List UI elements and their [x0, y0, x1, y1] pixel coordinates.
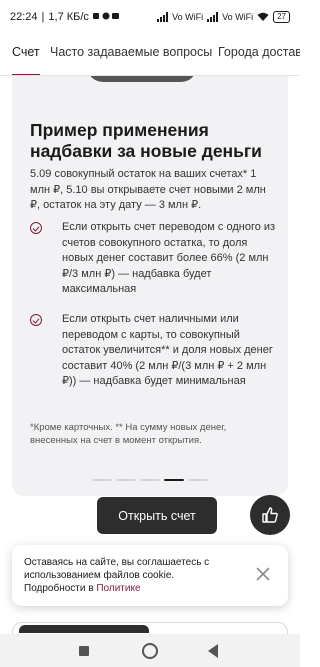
- wifi-icon: [257, 12, 269, 21]
- home-icon[interactable]: [142, 643, 158, 659]
- check-circle-icon: [30, 222, 42, 234]
- open-account-button[interactable]: Открыть счет: [97, 497, 217, 534]
- card-intro: 5.09 совокупный остаток на ваших счетах*…: [30, 168, 266, 211]
- tab-delivery-cities-label: Города доставки: [218, 45, 300, 59]
- feedback-button[interactable]: [250, 495, 290, 535]
- status-time: 22:24: [10, 11, 38, 23]
- status-right: Vo WiFi Vo WiFi 27: [157, 11, 290, 23]
- list-item: Если открыть счет переводом с одного из …: [30, 220, 278, 298]
- carousel-indicator: [12, 479, 288, 481]
- carousel-dot[interactable]: [140, 479, 160, 481]
- signal-icon: [157, 12, 169, 22]
- tab-faq[interactable]: Часто задаваемые вопросы: [50, 34, 213, 75]
- list-item-text: Если открыть счет переводом с одного из …: [62, 221, 276, 295]
- notification-icons: [92, 11, 123, 24]
- card-footnote: *Кроме карточных. ** На сумму новых дене…: [30, 422, 227, 446]
- system-nav-bar: [0, 634, 300, 667]
- carousel-dot[interactable]: [92, 479, 112, 481]
- tab-bar: Счет Часто задаваемые вопросы Города дос…: [0, 34, 300, 76]
- vowifi-label-2: Vo WiFi: [222, 12, 254, 22]
- back-icon[interactable]: [208, 644, 218, 658]
- close-icon[interactable]: [256, 567, 270, 581]
- list-item: Если открыть счет наличными или переводо…: [30, 312, 278, 390]
- next-section-peek: [12, 622, 288, 634]
- notification-app-icons: [92, 12, 119, 19]
- status-separator: |: [41, 11, 45, 23]
- card-image-edge: [87, 76, 197, 82]
- vowifi-label-1: Vo WiFi: [172, 12, 204, 22]
- signal-icon-2: [207, 12, 219, 22]
- cookie-policy-link[interactable]: Политике: [96, 583, 140, 594]
- next-section-tab: [19, 625, 149, 633]
- tab-faq-label: Часто задаваемые вопросы: [50, 45, 213, 59]
- example-card: Пример применения надбавки за новые день…: [12, 76, 288, 496]
- carousel-dot[interactable]: [188, 479, 208, 481]
- tab-account[interactable]: Счет: [12, 34, 40, 75]
- tab-delivery-cities[interactable]: Города доставки: [218, 34, 300, 75]
- tab-account-label: Счет: [12, 45, 40, 59]
- battery-icon: 27: [273, 11, 290, 23]
- carousel-dot[interactable]: [116, 479, 136, 481]
- status-left: 22:24 | 1,7 КБ/с: [10, 11, 123, 24]
- carousel-dot-active[interactable]: [164, 479, 184, 481]
- cookie-banner: Оставаясь на сайте, вы соглашаетесь с ис…: [12, 545, 288, 606]
- check-circle-icon: [30, 314, 42, 326]
- card-title: Пример применения надбавки за новые день…: [30, 120, 262, 161]
- thumbs-up-icon: [262, 507, 278, 523]
- status-speed: 1,7 КБ/с: [48, 11, 89, 23]
- cookie-text: Оставаясь на сайте, вы соглашаетесь с ис…: [24, 556, 234, 595]
- recents-icon[interactable]: [79, 646, 89, 656]
- status-bar: 22:24 | 1,7 КБ/с Vo WiFi Vo WiFi 27: [0, 0, 300, 34]
- list-item-text: Если открыть счет наличными или переводо…: [62, 313, 273, 387]
